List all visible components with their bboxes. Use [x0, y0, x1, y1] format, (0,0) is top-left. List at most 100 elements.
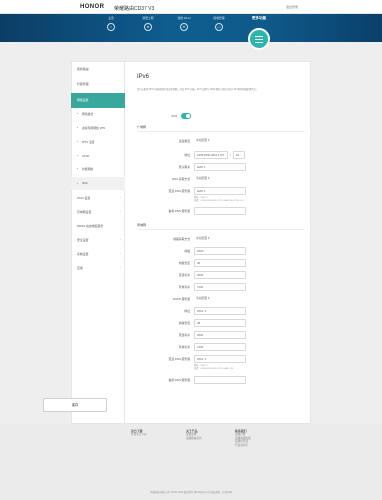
sidebar-sub-ipv6[interactable]: IPv6	[71, 177, 125, 190]
divider	[137, 131, 305, 132]
bullet-icon	[77, 141, 79, 143]
footer-col-about: 关于产品 荣耀商城 荣耀路由系列	[186, 429, 202, 440]
wan-gateway-label: 默认网关	[178, 165, 190, 169]
nav-home-label: 主页	[108, 16, 114, 20]
lan-prefix-assign-select[interactable]: 手动配置 ▾	[194, 235, 246, 243]
lan-addr-label: 地址	[184, 309, 190, 313]
sidebar-item-security[interactable]: 安全设置 ›	[71, 238, 125, 242]
bullet-icon	[77, 113, 79, 115]
save-button[interactable]: 保存	[43, 398, 107, 412]
wan-gateway-row: 默认网关 fe80::1	[137, 163, 307, 171]
lan-prefix-assign-label: 前缀获取方式	[173, 237, 190, 241]
nav-devices[interactable]: 终端管理 ▭	[206, 16, 232, 31]
chevron-down-icon: ▾	[207, 236, 210, 240]
footer-link[interactable]: 智慧生活 App	[131, 433, 147, 436]
lan-dns-input[interactable]: 2001::1	[194, 355, 246, 363]
chevron-down-icon: ▾	[207, 176, 210, 180]
nav-devices-label: 终端管理	[213, 16, 225, 20]
sidebar-sub-label: IPTV 设置	[82, 140, 95, 144]
wan-conn-type-select[interactable]: 手动配置 ▾	[194, 137, 246, 145]
menu-icon	[255, 36, 263, 37]
lan-valid-row: 有效寿命 7200	[137, 283, 307, 291]
form-area: 广域网 连接类型 手动配置 ▾ 地址 2409:8250:3001:1797 /…	[137, 61, 307, 424]
chevron-down-icon: ▾	[207, 138, 210, 142]
top-bar: HONOR 荣耀路由CD37 V3 退出登录	[0, 0, 382, 14]
wan-primary-dns-input[interactable]: fe80::1	[194, 187, 246, 195]
sidebar-item-network[interactable]: 网络设置 ▾	[71, 93, 125, 108]
sidebar-item-label: Wi-Fi 设置	[77, 196, 91, 200]
nav-more-label: 更多功能	[251, 16, 267, 20]
nav-internet[interactable]: 我要上网 ⊕	[135, 16, 161, 31]
lan-prefix-len-input[interactable]: 48	[194, 259, 246, 267]
nav-wifi[interactable]: 我的 Wi-Fi ≋	[171, 16, 197, 31]
wan-prefix-input[interactable]: 64	[233, 151, 245, 159]
devices-icon: ▭	[215, 23, 223, 31]
chevron-down-icon: ▾	[207, 296, 210, 300]
nav-wifi-label: 我的 Wi-Fi	[177, 16, 191, 20]
lan-preferred-input[interactable]: 3600	[194, 271, 246, 279]
lan-addr-row: 地址 2001::1	[137, 307, 307, 315]
footer-link[interactable]: 开发者社区	[235, 444, 251, 448]
wan-dns-select[interactable]: 手动配置 ▾	[194, 175, 246, 183]
main-navigation: 主页 ⌂ 我要上网 ⊕ 我的 Wi-Fi ≋ 终端管理 ▭ 更多功能	[0, 14, 382, 42]
lan-secondary-dns-input[interactable]	[194, 376, 246, 384]
wan-addr-label: 地址	[184, 153, 190, 157]
sidebar-item-label: 系统设置	[77, 252, 89, 256]
lan-prefix-input[interactable]: 2001::	[194, 247, 246, 255]
sidebar-item-label: 局域网设置	[77, 210, 92, 214]
sidebar-item-lan[interactable]: 局域网设置 ›	[71, 210, 125, 214]
sidebar-item-my-router[interactable]: 我的路由	[71, 67, 125, 71]
router-title: 荣耀路由CD37 V3	[114, 5, 155, 12]
sidebar-sub-vpn[interactable]: 虚拟专用网络 VPN	[71, 126, 125, 130]
lan-preferred-row: 首选寿命 3600	[137, 271, 307, 279]
slash-separator: /	[230, 153, 231, 157]
lan-addr-input[interactable]: 2001::1	[194, 307, 246, 315]
sidebar-item-wifi[interactable]: Wi-Fi 设置 ›	[71, 196, 125, 200]
lan-addr-prefix-label: 前缀长度	[178, 321, 190, 325]
lan-addr-preferred-input[interactable]: 3600	[194, 331, 246, 339]
lan-dhcp-select[interactable]: 手动配置 ▾	[194, 295, 246, 303]
sidebar-sub-label: UPnP	[82, 154, 90, 158]
wifi-icon: ≋	[180, 23, 188, 31]
lan-prefix-row: 前缀 2001::	[137, 247, 307, 255]
sidebar-sub-smart-network[interactable]: 智能网络	[71, 167, 125, 171]
wan-addr-input[interactable]: 2409:8250:3001:1797	[194, 151, 228, 159]
sidebar-sub-iptv[interactable]: IPTV 设置	[71, 140, 125, 144]
lan-addr-prefix-input[interactable]: 48	[194, 319, 246, 327]
wan-dns-value: 手动配置	[196, 176, 208, 180]
nav-home[interactable]: 主页 ⌂	[98, 16, 124, 31]
sidebar-item-label: 应用	[77, 266, 83, 270]
more-features-button[interactable]	[248, 28, 270, 50]
nav-more[interactable]: 更多功能	[241, 16, 277, 21]
wan-dns-row: DNS 获取方式 手动配置 ▾	[137, 175, 307, 183]
sidebar: 我的路由 升级管理 网络设置 ▾ 网络模式 虚拟专用网络 VPN IPTV 设置…	[71, 61, 125, 424]
lan-valid-input[interactable]: 7200	[194, 283, 246, 291]
chevron-right-icon: ›	[120, 210, 121, 213]
menu-icon-line	[255, 42, 263, 43]
divider	[137, 229, 305, 230]
footer-col-contact: 联系我们 荣耀官网 荣耀客服热线 荣耀俱乐部 开发者社区	[235, 429, 251, 448]
brand-logo[interactable]: HONOR	[80, 4, 104, 10]
wan-dns-hint: 例如：2001::1 或者：2409:8250:3001:5C2C:00A5:7…	[194, 197, 244, 202]
wan-conn-type-row: 连接类型 手动配置 ▾	[137, 137, 307, 145]
sidebar-item-apps[interactable]: 应用 ›	[71, 266, 125, 270]
lan-dhcp-label: DHCP 服务器	[172, 297, 190, 301]
sidebar-item-system[interactable]: 系统设置 ›	[71, 252, 125, 256]
menu-icon-line	[255, 39, 263, 40]
sidebar-sub-label: 网络模式	[82, 112, 94, 116]
chevron-right-icon: ›	[120, 252, 121, 255]
sidebar-item-ddns[interactable]: DDNS 动态域名服务	[71, 224, 125, 228]
lan-addr-valid-input[interactable]: 7200	[194, 343, 246, 351]
logout-link[interactable]: 退出登录	[286, 5, 298, 9]
home-icon: ⌂	[107, 23, 115, 31]
footer-link[interactable]: 荣耀路由系列	[186, 437, 202, 441]
lan-prefix-assign-value: 手动配置	[196, 236, 208, 240]
sidebar-item-upgrade[interactable]: 升级管理	[71, 82, 125, 86]
wan-secondary-dns-input[interactable]	[194, 207, 246, 215]
lan-prefix-label: 前缀	[184, 249, 190, 253]
lan-secondary-dns-label: 备用 DNS 服务器	[168, 378, 190, 382]
sidebar-sub-network-mode[interactable]: 网络模式	[71, 112, 125, 116]
sidebar-sub-upnp[interactable]: UPnP	[71, 154, 125, 158]
wan-gateway-input[interactable]: fe80::1	[194, 163, 246, 171]
lan-addr-valid-row: 有效寿命 7200	[137, 343, 307, 351]
